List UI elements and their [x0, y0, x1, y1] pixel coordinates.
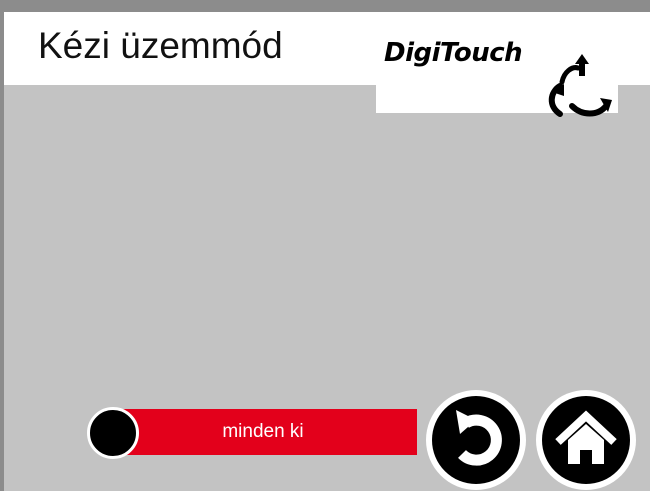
- all-off-button[interactable]: minden ki: [109, 409, 417, 455]
- back-arrow-icon: [456, 410, 502, 466]
- toggle-knob[interactable]: [87, 407, 139, 459]
- all-off-label: minden ki: [222, 421, 304, 442]
- logo-swirl-icon: [548, 54, 612, 117]
- digitouch-logo: DigiTouch: [380, 26, 620, 117]
- home-button[interactable]: [536, 390, 636, 490]
- home-icon: [555, 410, 617, 464]
- manual-mode-screen: Kézi üzemmód DigiTouch minden ki: [0, 0, 650, 491]
- all-off-toggle[interactable]: minden ki: [87, 407, 417, 459]
- logo-text: DigiTouch: [384, 38, 523, 68]
- back-button[interactable]: [426, 390, 526, 490]
- page-title: Kézi üzemmód: [38, 25, 283, 66]
